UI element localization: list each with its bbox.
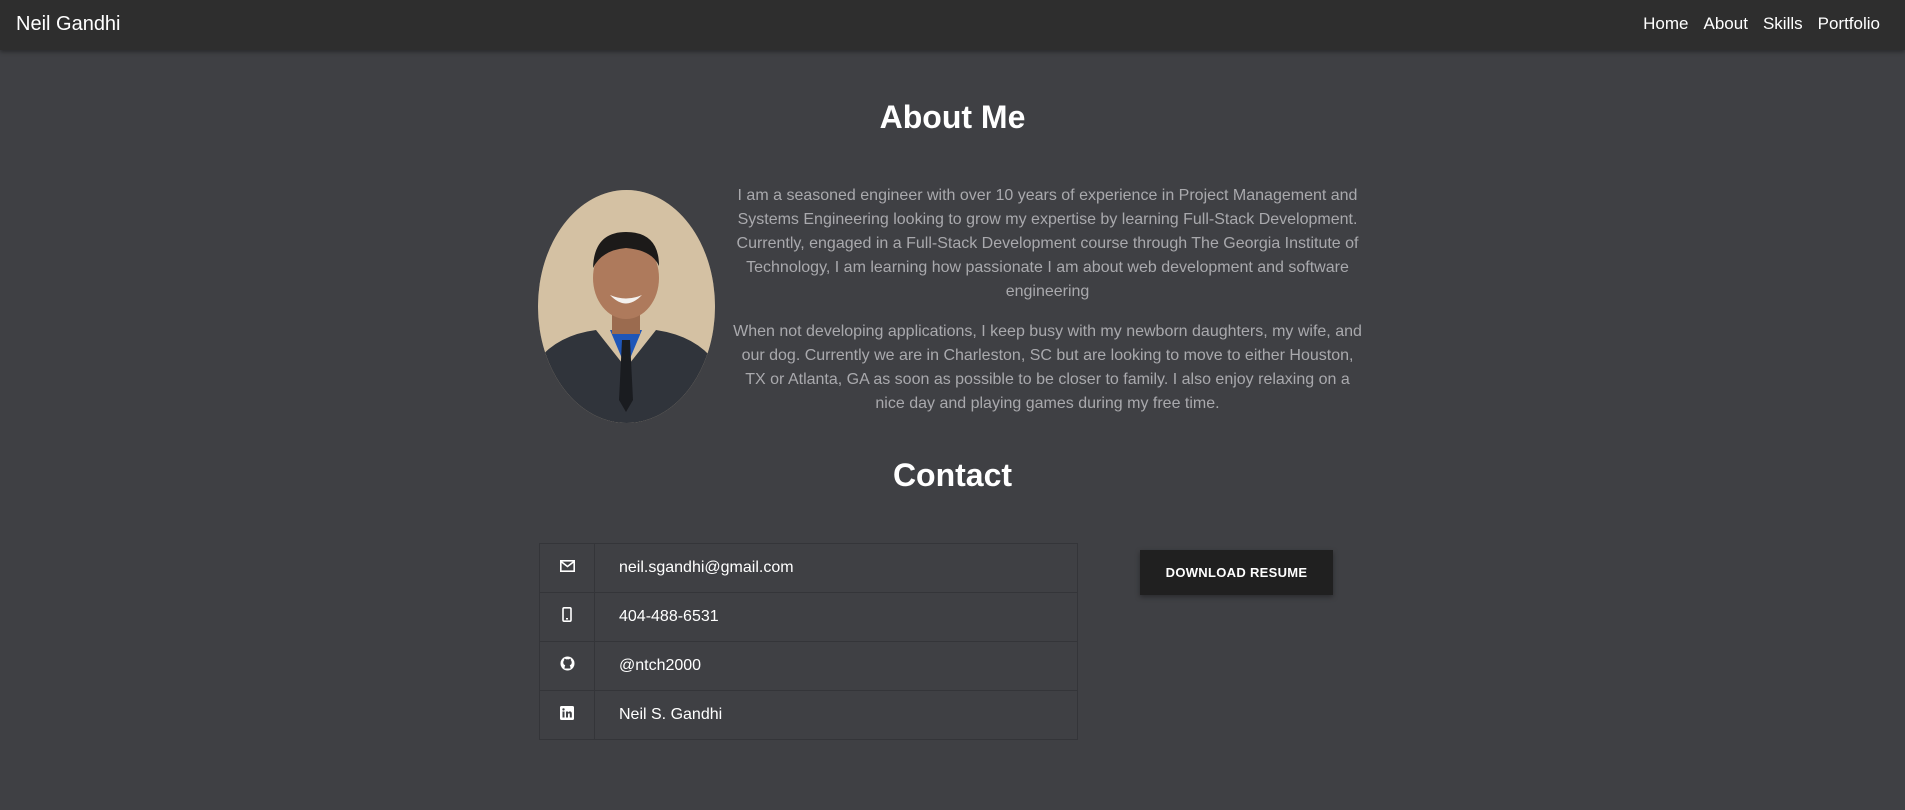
about-text: I am a seasoned engineer with over 10 ye… (730, 184, 1365, 432)
mobile-phone-icon (562, 607, 572, 627)
contact-row-phone: 404-488-6531 (539, 592, 1078, 642)
envelope-icon (559, 559, 575, 577)
contact-row-linkedin: Neil S. Gandhi (539, 690, 1078, 740)
about-paragraph-2: When not developing applications, I keep… (733, 323, 1362, 412)
profile-photo (538, 190, 715, 423)
email-link[interactable]: neil.sgandhi@gmail.com (619, 559, 794, 576)
nav-link-skills[interactable]: Skills (1763, 14, 1803, 34)
about-paragraph-1: I am a seasoned engineer with over 10 ye… (736, 187, 1359, 300)
brand-link[interactable]: Neil Gandhi (16, 13, 121, 36)
nav-link-home[interactable]: Home (1643, 14, 1688, 34)
phone-link[interactable]: 404-488-6531 (619, 608, 719, 625)
contact-table: neil.sgandhi@gmail.com 404-488-6531 @ntc… (539, 543, 1078, 740)
download-resume-button[interactable]: DOWNLOAD RESUME (1140, 550, 1333, 595)
about-title: About Me (879, 99, 1026, 135)
linkedin-link[interactable]: Neil S. Gandhi (619, 706, 722, 723)
contact-title: Contact (892, 457, 1013, 493)
contact-row-email: neil.sgandhi@gmail.com (539, 543, 1078, 593)
nav-link-portfolio[interactable]: Portfolio (1818, 14, 1880, 34)
github-icon (560, 656, 575, 676)
github-link[interactable]: @ntch2000 (619, 657, 701, 674)
nav-link-about[interactable]: About (1704, 14, 1748, 34)
contact-row-github: @ntch2000 (539, 641, 1078, 691)
nav-links: Home About Skills Portfolio (1643, 14, 1880, 34)
linkedin-icon (560, 705, 574, 725)
navbar: Neil Gandhi Home About Skills Portfolio (0, 0, 1905, 50)
